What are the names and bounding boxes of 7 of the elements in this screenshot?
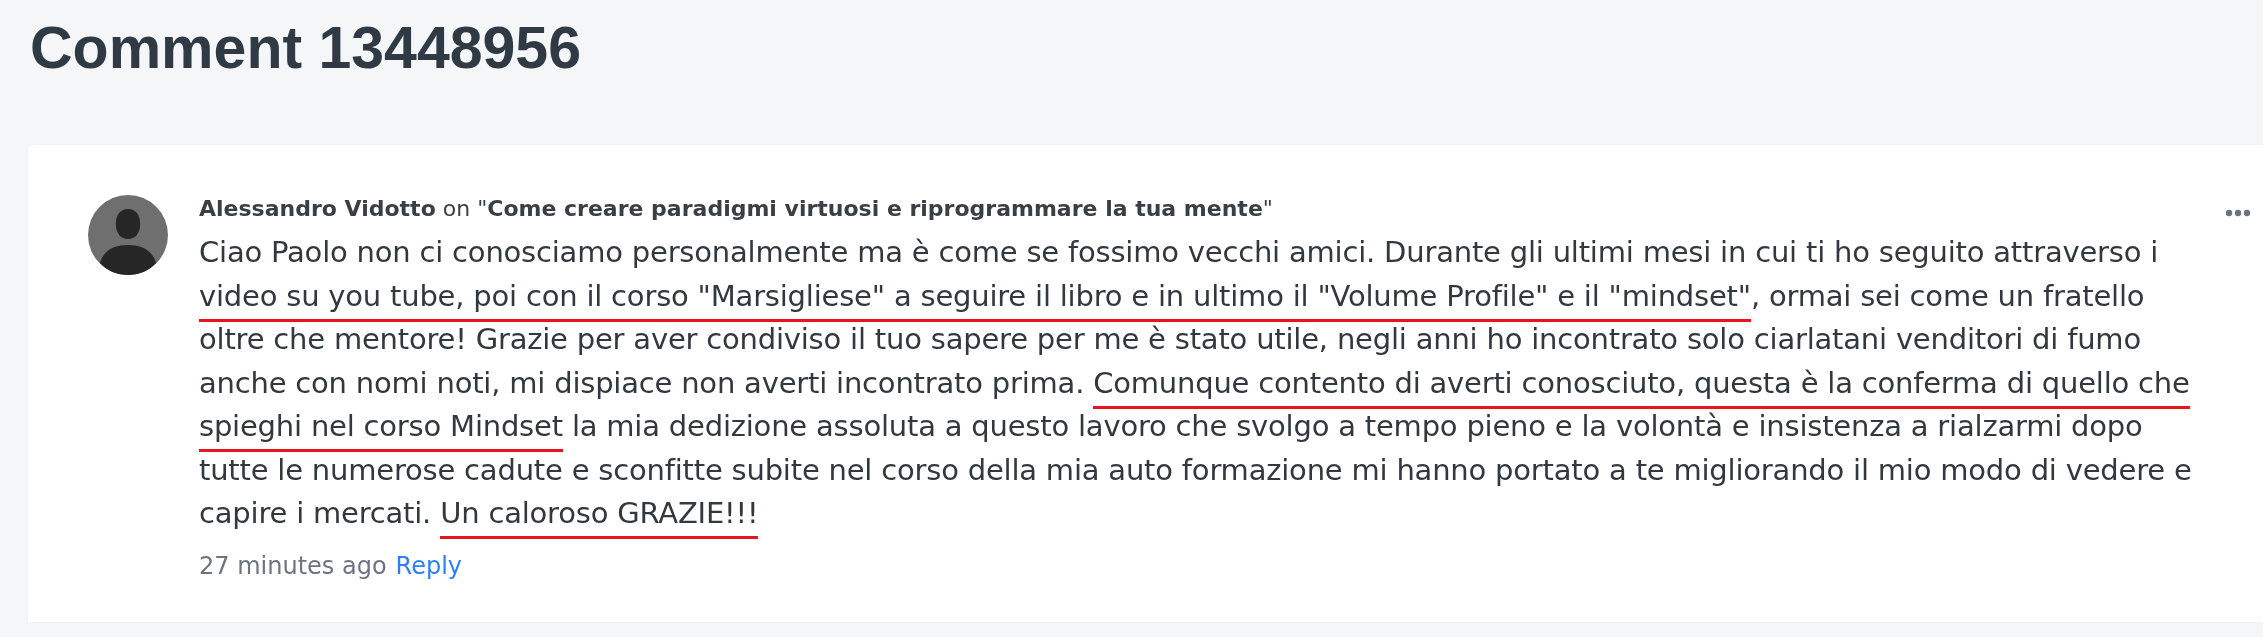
page-title: Comment 13448956	[30, 14, 582, 83]
reply-link[interactable]: Reply	[395, 549, 463, 582]
comment-text: Ciao Paolo non ci conosciamo personalmente ma è come se fossimo vecchi amici. Durante gli ultimi mesi in cui ti ho seguito attraverso i video su you tube, poi con il corso "Marsigliese" a seguire il libro e in ultimo il "Volume Profile" e il "mindset", ormai sei come un fratello oltre che mentore! Grazie per aver condiviso il tuo sapere per me è stato utile, negli anni ho incontrato solo ciarlatani venditori di fumo anche con nomi noti, mi dispiace non averti incontrato prima. Comunque contento di averti conosciuto, questa è la conferma di quello che spieghi nel corso Mindset la mia dedizione assoluta a questo lavoro che svolgo a tempo pieno e la volontà e insistenza a rialzarmi dopo tutte le numerose cadute e sconfitte subite nel corso della mia auto formazione mi hanno portato a te migliorando il mio modo di vedere e capire i mercati. Un caloroso GRAZIE!!!	[199, 231, 2209, 536]
comment-time: 27 minutes ago	[199, 550, 387, 582]
avatar-icon	[88, 195, 168, 275]
more-icon[interactable]	[2225, 209, 2251, 217]
comment-header: Alessandro Vidotto on "Come creare paradigmi virtuosi e riprogrammare la tua mente"	[199, 195, 1274, 223]
